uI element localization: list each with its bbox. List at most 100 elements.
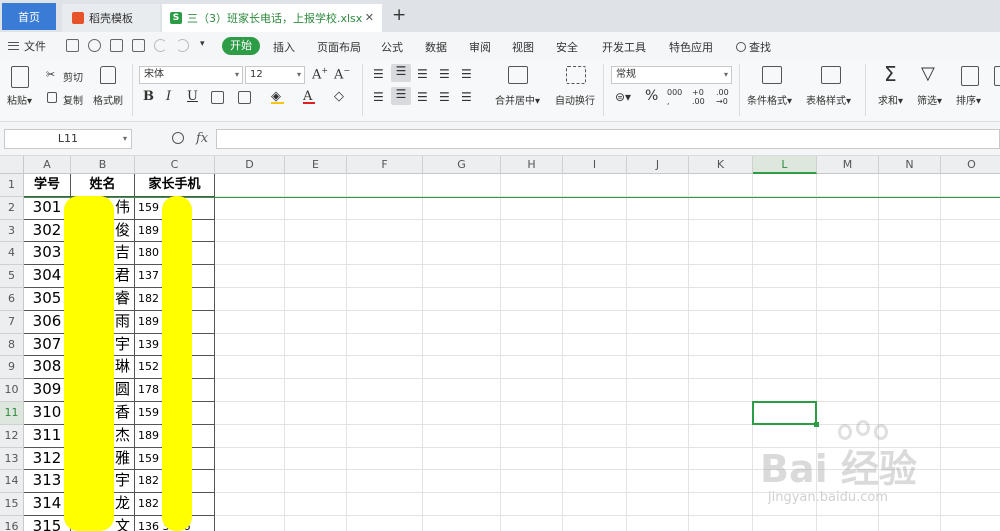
redo-icon[interactable] [176, 39, 189, 52]
grid-cell[interactable] [501, 379, 563, 402]
grid-cell[interactable] [423, 242, 501, 266]
number-format-select[interactable]: 常规 ▾ [611, 66, 732, 84]
grid-cell[interactable] [285, 333, 347, 357]
menu-start[interactable]: 开始 [222, 37, 260, 55]
grid-cell[interactable] [563, 196, 627, 220]
grid-cell[interactable] [563, 265, 627, 288]
grid-cell[interactable] [501, 333, 563, 357]
grid-cell[interactable] [563, 288, 627, 311]
column-header-H[interactable]: H [501, 156, 563, 174]
conditional-format-button[interactable]: 条件格式▾ [747, 92, 792, 107]
grid-cell[interactable] [501, 447, 563, 471]
export-icon[interactable] [88, 39, 101, 52]
grid-cell[interactable] [627, 265, 689, 288]
grid-cell[interactable] [563, 470, 627, 494]
grid-cell[interactable] [879, 174, 941, 197]
cut-button[interactable]: 剪切 [63, 69, 83, 84]
decrease-decimal-icon[interactable]: .00 →0 [716, 88, 729, 106]
grid-cell[interactable] [941, 379, 1000, 402]
grid-cell[interactable] [501, 470, 563, 494]
grid-cell[interactable] [215, 402, 285, 425]
row-header-7[interactable]: 7 [0, 310, 24, 334]
grid-cell[interactable] [941, 516, 1000, 531]
grid-cell[interactable] [347, 219, 423, 243]
grid-cell[interactable] [689, 242, 753, 266]
grid-cell[interactable] [563, 242, 627, 266]
grid-cell[interactable] [563, 493, 627, 516]
grid-cell[interactable] [817, 516, 879, 531]
column-header-O[interactable]: O [941, 156, 1000, 174]
grid-cell[interactable] [563, 424, 627, 448]
undo-icon[interactable] [154, 39, 167, 52]
grid-cell[interactable] [879, 310, 941, 334]
grid-cell[interactable] [347, 265, 423, 288]
grid-cell[interactable] [501, 493, 563, 516]
row-header-10[interactable]: 10 [0, 379, 24, 402]
grid-cell[interactable] [941, 265, 1000, 288]
sum-button[interactable]: 求和▾ [878, 92, 903, 107]
tab-docer-templates[interactable]: 稻壳模板 [62, 4, 160, 32]
justify-icon[interactable]: ☰ [439, 90, 450, 104]
grid-cell[interactable] [347, 333, 423, 357]
filter-button[interactable]: 筛选▾ [917, 92, 942, 107]
grid-cell[interactable] [563, 310, 627, 334]
grid-cell[interactable] [215, 219, 285, 243]
grid-cell[interactable] [285, 516, 347, 531]
grid-cell[interactable] [285, 288, 347, 311]
grid-cell[interactable] [817, 265, 879, 288]
grid-cell[interactable] [563, 219, 627, 243]
grid-cell[interactable] [627, 402, 689, 425]
row-header-2[interactable]: 2 [0, 196, 24, 220]
grid-cell[interactable] [423, 310, 501, 334]
grid-cell[interactable] [563, 447, 627, 471]
grid-cell[interactable] [285, 470, 347, 494]
zoom-icon[interactable] [172, 132, 184, 144]
grid-cell[interactable] [423, 356, 501, 380]
grid-cell[interactable] [627, 470, 689, 494]
grid-cell[interactable] [285, 242, 347, 266]
grid-cell[interactable] [941, 220, 1000, 243]
grid-cell[interactable] [501, 402, 563, 425]
grid-cell[interactable] [215, 470, 285, 494]
increase-indent-icon[interactable]: ☰ [461, 67, 472, 81]
grid-cell[interactable] [879, 242, 941, 266]
grid-cell[interactable] [689, 219, 753, 243]
percent-button[interactable]: % [645, 88, 658, 104]
grid-cell[interactable] [347, 174, 423, 197]
grid-cell[interactable] [689, 379, 753, 402]
menu-review[interactable]: 审阅 [469, 39, 491, 55]
grid-cell[interactable] [689, 424, 753, 448]
grid-cell[interactable] [285, 356, 347, 380]
grid-cell[interactable] [285, 265, 347, 288]
align-right-icon[interactable]: ☰ [417, 90, 428, 104]
grid-cell[interactable] [689, 288, 753, 311]
grid-cell[interactable] [501, 196, 563, 220]
grid-cell[interactable] [689, 356, 753, 380]
row-header-8[interactable]: 8 [0, 333, 24, 357]
italic-button[interactable]: I [166, 89, 171, 104]
grid-cell[interactable] [215, 379, 285, 402]
grid-cell[interactable] [753, 265, 817, 288]
grid-cell[interactable] [285, 379, 347, 402]
grid-cell[interactable] [215, 447, 285, 471]
align-middle-icon[interactable]: ☰ [391, 64, 411, 82]
file-menu[interactable]: 文件 [8, 38, 46, 54]
grid-cell[interactable] [215, 196, 285, 220]
grid-cell[interactable] [689, 310, 753, 334]
grid-cell[interactable] [563, 174, 627, 197]
menu-developer[interactable]: 开发工具 [602, 39, 646, 55]
grid-cell[interactable] [689, 402, 753, 425]
fx-icon[interactable]: fx [196, 131, 208, 146]
grid-cell[interactable] [753, 174, 817, 197]
grid-cell[interactable] [627, 516, 689, 531]
grid-cell[interactable] [689, 333, 753, 357]
grid-cell[interactable] [941, 197, 1000, 220]
sort-button[interactable]: 排序▾ [956, 92, 981, 107]
grid-cell[interactable] [285, 447, 347, 471]
table-style-button[interactable]: 表格样式▾ [806, 92, 851, 107]
grid-cell[interactable] [753, 310, 817, 334]
grid-cell[interactable] [817, 379, 879, 402]
grid-cell[interactable] [879, 333, 941, 357]
grid-cell[interactable] [423, 516, 501, 531]
column-header-G[interactable]: G [423, 156, 501, 174]
